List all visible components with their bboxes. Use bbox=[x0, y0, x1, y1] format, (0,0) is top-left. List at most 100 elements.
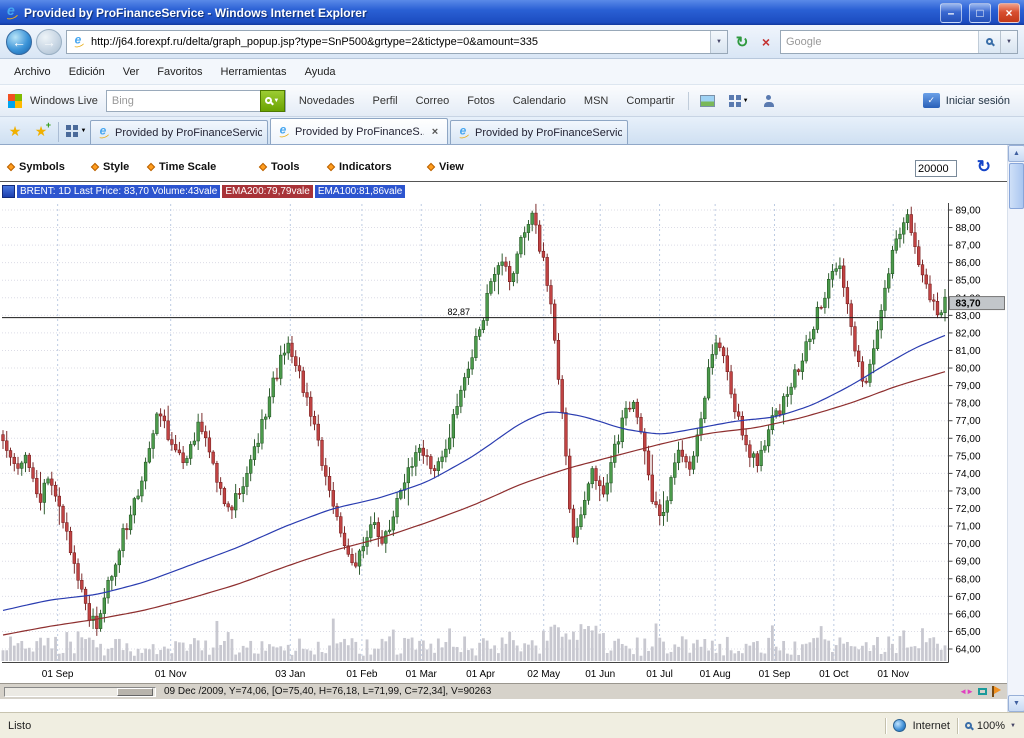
bing-search-button[interactable]: ▼ bbox=[260, 90, 285, 112]
svg-text:01 Jul: 01 Jul bbox=[646, 669, 673, 680]
menu-tools[interactable]: Tools bbox=[260, 161, 300, 173]
page-content: Symbols Style Time Scale Tools Indicator… bbox=[0, 145, 1024, 712]
stop-button[interactable]: × bbox=[756, 31, 776, 53]
scrollbar-thumb[interactable] bbox=[1009, 163, 1024, 209]
separator bbox=[957, 718, 958, 734]
bing-search-input[interactable] bbox=[107, 94, 260, 108]
link-calendario[interactable]: Calendario bbox=[508, 95, 571, 107]
tab-2-active[interactable]: Provided by ProFinanceS... × bbox=[270, 118, 448, 144]
search-input[interactable] bbox=[781, 35, 978, 49]
vertical-scrollbar[interactable]: ▲ ▼ bbox=[1007, 145, 1024, 712]
address-dropdown-button[interactable]: ▼ bbox=[710, 31, 727, 53]
search-button[interactable] bbox=[978, 31, 1000, 53]
forward-button[interactable]: → bbox=[36, 29, 62, 55]
separator bbox=[885, 718, 886, 734]
menu-archivo[interactable]: Archivo bbox=[6, 63, 59, 81]
status-text: Listo bbox=[8, 720, 31, 732]
link-perfil[interactable]: Perfil bbox=[368, 95, 403, 107]
svg-text:01 Mar: 01 Mar bbox=[406, 669, 438, 680]
link-correo[interactable]: Correo bbox=[411, 95, 455, 107]
chart-hscrollbar[interactable] bbox=[4, 687, 156, 697]
svg-text:76,00: 76,00 bbox=[956, 434, 981, 445]
tab-bar: ★ ★+ ▼ Provided by ProFinanceService Pro… bbox=[0, 117, 1024, 145]
address-bar: ← → ▼ ↻ × ▼ bbox=[0, 25, 1024, 59]
magnifier-icon bbox=[986, 38, 993, 45]
legend-ema100[interactable]: EMA100:81,86vale bbox=[315, 185, 406, 198]
back-button[interactable]: ← bbox=[6, 29, 32, 55]
menu-herramientas[interactable]: Herramientas bbox=[213, 63, 295, 81]
tab-label: Provided by ProFinanceService bbox=[115, 127, 262, 139]
svg-text:77,00: 77,00 bbox=[956, 416, 981, 427]
amount-input[interactable] bbox=[915, 160, 957, 177]
menu-symbols[interactable]: Symbols bbox=[8, 161, 65, 173]
menu-favoritos[interactable]: Favoritos bbox=[149, 63, 210, 81]
status-bar: Listo Internet 100% ▼ bbox=[0, 712, 1024, 738]
tab-1[interactable]: Provided by ProFinanceService bbox=[90, 120, 268, 144]
grid-icon bbox=[729, 95, 741, 107]
sign-in-label: Iniciar sesión bbox=[946, 95, 1010, 107]
diamond-icon bbox=[327, 163, 335, 171]
quick-tabs-button[interactable]: ▼ bbox=[64, 119, 88, 143]
svg-text:72,00: 72,00 bbox=[956, 504, 981, 515]
scroll-down-button[interactable]: ▼ bbox=[1008, 695, 1024, 712]
flag-icon[interactable] bbox=[992, 686, 1001, 697]
link-novedades[interactable]: Novedades bbox=[294, 95, 360, 107]
price-chart[interactable]: 64,0065,0066,0067,0068,0069,0070,0071,00… bbox=[0, 198, 1007, 683]
hscrollbar-thumb[interactable] bbox=[117, 688, 153, 696]
people-button[interactable] bbox=[760, 91, 778, 111]
select-box-icon[interactable] bbox=[978, 688, 987, 695]
separator bbox=[688, 92, 689, 110]
svg-text:82,00: 82,00 bbox=[956, 328, 981, 339]
svg-text:79,00: 79,00 bbox=[956, 381, 981, 392]
sign-in-button[interactable]: Iniciar sesión bbox=[923, 93, 1016, 108]
menu-indicators[interactable]: Indicators bbox=[328, 161, 392, 173]
minimize-button[interactable]: – bbox=[940, 3, 962, 23]
person-icon bbox=[763, 95, 775, 107]
menu-style[interactable]: Style bbox=[92, 161, 129, 173]
layout-button[interactable]: ▼ bbox=[726, 91, 752, 111]
url-input[interactable] bbox=[89, 32, 707, 52]
diamond-icon bbox=[91, 163, 99, 171]
menu-ver[interactable]: Ver bbox=[115, 63, 148, 81]
add-favorite-button[interactable]: ★+ bbox=[29, 119, 53, 143]
scroll-up-button[interactable]: ▲ bbox=[1008, 145, 1024, 162]
zone-label: Internet bbox=[913, 720, 950, 732]
svg-text:78,00: 78,00 bbox=[956, 399, 981, 410]
link-compartir[interactable]: Compartir bbox=[621, 95, 679, 107]
chart-refresh-icon[interactable]: ↻ bbox=[977, 157, 991, 177]
quick-tabs-icon bbox=[66, 125, 78, 137]
tab-label: Provided by ProFinanceService bbox=[475, 127, 622, 139]
svg-text:80,00: 80,00 bbox=[956, 364, 981, 375]
svg-text:89,00: 89,00 bbox=[956, 206, 981, 217]
title-bar[interactable]: Provided by ProFinanceService - Windows … bbox=[0, 0, 1024, 25]
diamond-icon bbox=[259, 163, 267, 171]
link-fotos[interactable]: Fotos bbox=[462, 95, 500, 107]
series-icon[interactable] bbox=[2, 185, 15, 198]
maximize-button[interactable]: □ bbox=[969, 3, 991, 23]
legend-ema200[interactable]: EMA200:79,79vale bbox=[222, 185, 313, 198]
link-msn[interactable]: MSN bbox=[579, 95, 613, 107]
tab-close-icon[interactable]: × bbox=[428, 126, 442, 138]
windows-live-label[interactable]: Windows Live bbox=[30, 95, 98, 107]
menu-ayuda[interactable]: Ayuda bbox=[297, 63, 344, 81]
chart-status-text: 09 Dec /2009, Y=74,06, [O=75,40, H=76,18… bbox=[164, 686, 491, 697]
zoom-dropdown-icon[interactable]: ▼ bbox=[1010, 723, 1016, 729]
favorites-button[interactable]: ★ bbox=[3, 119, 27, 143]
menu-time-scale[interactable]: Time Scale bbox=[148, 161, 216, 173]
pan-arrows-icon[interactable]: ◄► bbox=[959, 688, 973, 696]
legend-main[interactable]: BRENT: 1D Last Price: 83,70 Volume:43val… bbox=[17, 185, 220, 198]
menu-view[interactable]: View bbox=[428, 161, 464, 173]
search-dropdown-button[interactable]: ▼ bbox=[1000, 31, 1017, 53]
refresh-button[interactable]: ↻ bbox=[732, 31, 752, 53]
close-button[interactable]: × bbox=[998, 3, 1020, 23]
photos-button[interactable] bbox=[697, 91, 718, 111]
svg-text:75,00: 75,00 bbox=[956, 451, 981, 462]
page-favicon-icon bbox=[277, 125, 290, 138]
tab-3[interactable]: Provided by ProFinanceService bbox=[450, 120, 628, 144]
chart-toolbar: Symbols Style Time Scale Tools Indicator… bbox=[0, 157, 1007, 182]
address-field[interactable]: ▼ bbox=[66, 30, 728, 54]
zoom-control[interactable]: 100% ▼ bbox=[965, 720, 1016, 732]
window-title: Provided by ProFinanceService - Windows … bbox=[24, 6, 933, 20]
tab-label: Provided by ProFinanceS... bbox=[295, 126, 424, 138]
menu-edicion[interactable]: Edición bbox=[61, 63, 113, 81]
